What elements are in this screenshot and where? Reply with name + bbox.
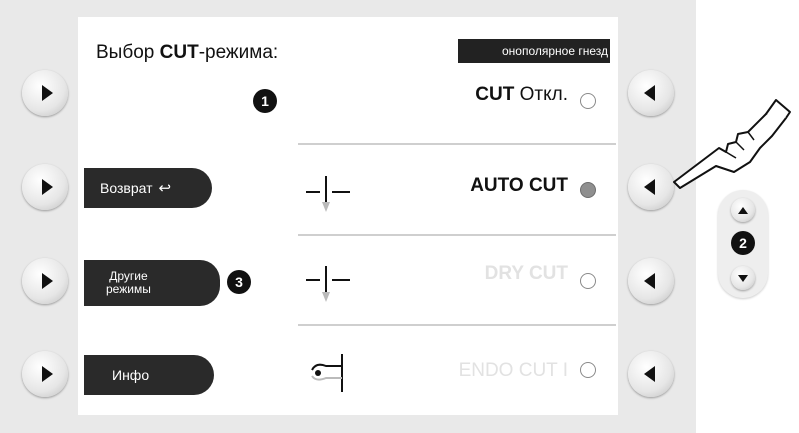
right-button-3[interactable] xyxy=(628,258,674,304)
play-left-icon xyxy=(643,85,655,101)
endo-electrode-icon xyxy=(311,354,343,392)
other-modes-label: Другие режимы xyxy=(106,270,151,296)
title-bold: CUT xyxy=(159,42,199,63)
arrow-up-icon xyxy=(738,206,748,214)
left-button-3[interactable] xyxy=(22,258,68,304)
mode-cut-off[interactable]: CUT Откл. xyxy=(475,84,568,106)
divider xyxy=(298,234,616,236)
play-left-icon xyxy=(643,273,655,289)
return-icon: ↩ xyxy=(158,180,172,197)
mode-cut-off-bold: CUT xyxy=(475,84,515,105)
electrode-icon xyxy=(306,176,350,212)
right-button-4[interactable] xyxy=(628,351,674,397)
other-modes-button[interactable]: Другие режимы xyxy=(84,260,220,306)
play-right-icon xyxy=(41,273,53,289)
radio-auto-cut[interactable] xyxy=(580,182,596,198)
info-label: Инфо xyxy=(112,367,150,383)
callout-2: 2 xyxy=(731,231,755,255)
back-button[interactable]: Возврат ↩ xyxy=(84,168,212,208)
info-button[interactable]: Инфо xyxy=(84,355,214,395)
play-right-icon xyxy=(41,85,53,101)
play-left-icon xyxy=(643,366,655,382)
scroll-up-button[interactable] xyxy=(731,198,755,222)
mode-cut-off-light: Откл. xyxy=(514,84,568,105)
page-title: Выбор CUT-режима: xyxy=(96,42,278,64)
left-button-1[interactable] xyxy=(22,70,68,116)
socket-label: онополярное гнезд xyxy=(458,39,610,63)
left-button-4[interactable] xyxy=(22,351,68,397)
arrow-down-icon xyxy=(738,274,748,282)
other-modes-line2: режимы xyxy=(106,282,151,296)
play-right-icon xyxy=(41,366,53,382)
title-suffix: -режима: xyxy=(198,42,279,63)
scroll-down-button[interactable] xyxy=(731,266,755,290)
pointing-hand-icon xyxy=(673,99,791,189)
mode-endo-cut[interactable]: ENDO CUT I xyxy=(459,360,568,382)
title-prefix: Выбор xyxy=(96,42,160,63)
electrode-icon xyxy=(306,266,350,302)
callout-1: 1 xyxy=(253,89,277,113)
callout-3: 3 xyxy=(227,270,251,294)
divider xyxy=(298,324,616,326)
divider xyxy=(298,143,616,145)
mode-dry-cut[interactable]: DRY CUT xyxy=(485,263,568,285)
radio-dry-cut[interactable] xyxy=(580,273,596,289)
play-right-icon xyxy=(41,179,53,195)
mode-auto-cut[interactable]: AUTO CUT xyxy=(470,175,568,197)
radio-cut-off[interactable] xyxy=(580,93,596,109)
play-left-icon xyxy=(643,179,655,195)
radio-endo-cut[interactable] xyxy=(580,362,596,378)
left-button-2[interactable] xyxy=(22,164,68,210)
back-label: Возврат xyxy=(100,180,153,196)
